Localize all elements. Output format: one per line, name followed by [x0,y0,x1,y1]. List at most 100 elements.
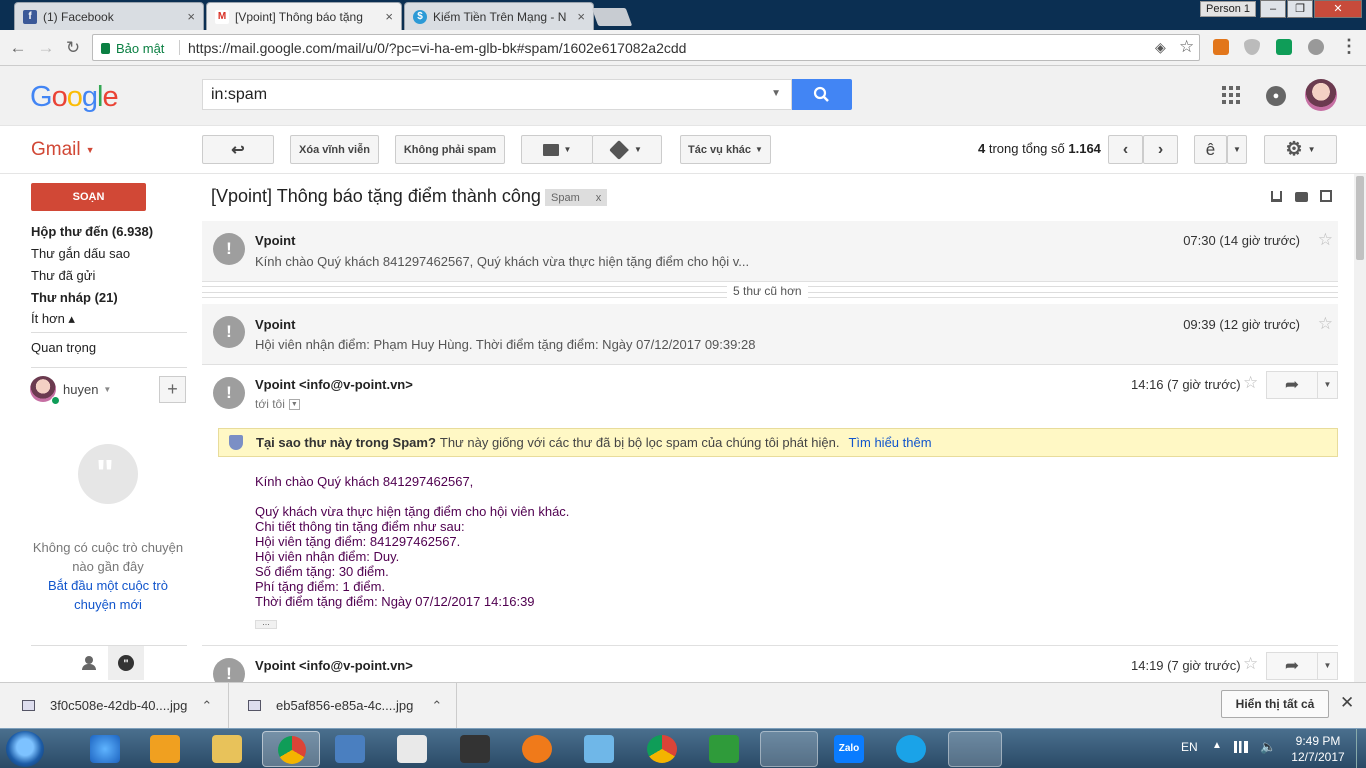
new-window-icon[interactable] [1320,190,1332,202]
show-all-downloads-button[interactable]: Hiển thị tất cả [1221,690,1329,718]
close-download-bar-icon[interactable]: ✕ [1340,693,1354,713]
more-reply-options[interactable]: ▼ [1317,652,1338,680]
nav-drafts[interactable]: Thư nháp (21) [31,290,118,305]
extension-green-icon[interactable] [1276,39,1292,55]
search-input[interactable] [211,85,761,105]
contacts-person-icon[interactable] [80,654,98,672]
print-icon[interactable] [1295,192,1308,202]
account-avatar[interactable] [1305,79,1337,111]
chevron-up-icon[interactable]: ⌃ [431,698,442,714]
download-manager-icon[interactable] [709,735,739,763]
signal-icon[interactable] [1234,741,1248,753]
star-icon[interactable]: ☆ [1318,230,1333,250]
move-to-button[interactable]: ▼ [521,135,593,164]
shield-extension-icon[interactable] [1244,39,1260,55]
nav-inbox[interactable]: Hộp thư đến (6.938) [31,224,153,239]
remove-label-icon[interactable]: x [596,192,602,204]
close-tab-icon[interactable]: × [577,9,585,24]
back-to-spam-button[interactable]: ↩ [202,135,274,164]
clock[interactable]: 9:49 PM 12/7/2017 [1288,733,1348,765]
nav-important[interactable]: Quan trọng [31,340,96,355]
message-sender[interactable]: Vpoint <info@v-point.vn> [255,658,413,673]
older-button[interactable]: › [1143,135,1178,164]
close-tab-icon[interactable]: × [187,9,195,24]
notes-app-icon[interactable] [584,735,614,763]
profile-button[interactable]: Person 1 [1200,1,1256,17]
google-logo[interactable]: Google [30,81,119,114]
new-conversation-button[interactable]: + [159,376,186,403]
not-spam-button[interactable]: Không phải spam [395,135,505,164]
input-tools-button[interactable]: ê [1194,135,1227,164]
uc-browser-icon[interactable] [522,735,552,763]
recipient-line[interactable]: tới tôi ▼ [255,397,300,411]
address-bar[interactable]: Bảo mật https://mail.google.com/mail/u/0… [92,34,1200,61]
input-tools-dropdown[interactable]: ▼ [1227,135,1247,164]
metamask-icon[interactable] [1213,39,1229,55]
download-item[interactable]: 3f0c508e-42db-40....jpg ⌃ [0,683,229,728]
tab-gmail[interactable]: M [Vpoint] Thông báo tặng × [206,2,402,30]
notifications-bell-icon[interactable]: ● [1266,86,1286,106]
chrome-icon[interactable] [647,735,677,763]
zalo-icon[interactable]: Zalo [834,735,864,763]
maximize-button[interactable]: ❐ [1287,0,1313,18]
labels-button[interactable]: ▼ [592,135,662,164]
forward-button[interactable]: → [36,38,56,58]
chevron-up-icon[interactable]: ⌃ [201,698,212,714]
message-sender[interactable]: Vpoint <info@v-point.vn> [255,377,413,392]
internet-explorer-icon[interactable] [90,735,120,763]
compose-button[interactable]: SOẠN [31,183,146,211]
star-icon[interactable]: ☆ [1318,314,1333,334]
learn-more-link[interactable]: Tìm hiểu thêm [848,435,931,450]
scrollbar-track[interactable] [1354,174,1366,682]
search-box[interactable]: ▼ [202,79,792,110]
hangouts-user[interactable]: huyen ▼ [63,382,111,397]
message-collapsed[interactable]: ! Vpoint Kính chào Quý khách 84129746256… [202,221,1338,282]
circle-app-icon[interactable] [896,735,926,763]
more-reply-options[interactable]: ▼ [1317,371,1338,399]
chrome-taskbar-active[interactable] [262,731,320,767]
start-conversation-link[interactable]: Bắt đầu một cuộc trò chuyện mới [18,576,198,614]
extension-grey-icon[interactable] [1308,39,1324,55]
nav-sent[interactable]: Thư đã gửi [31,268,95,283]
nav-less[interactable]: Ít hơn ▴ [31,311,75,327]
media-player-classic-icon[interactable] [460,735,490,763]
reply-button[interactable]: ➦ [1266,371,1318,399]
scrollbar-thumb[interactable] [1356,176,1364,260]
reload-button[interactable]: ↻ [63,38,83,58]
media-player-icon[interactable] [150,735,180,763]
nav-starred[interactable]: Thư gắn dấu sao [31,246,130,261]
details-dropdown-icon[interactable]: ▼ [288,398,300,410]
older-messages-bar[interactable]: 5 thư cũ hơn [202,282,1338,302]
keyboard-app-icon[interactable] [335,735,365,763]
show-desktop-button[interactable] [1356,729,1366,768]
close-window-button[interactable]: ✕ [1314,0,1362,18]
tab-kiem-tien[interactable]: $ Kiếm Tiền Trên Mạng - N × [404,2,594,30]
newer-button[interactable]: ‹ [1108,135,1143,164]
unikey-icon[interactable] [397,735,427,763]
star-icon[interactable]: ☆ [1243,373,1258,393]
back-button[interactable]: ← [8,38,28,58]
file-explorer-icon[interactable] [212,735,242,763]
microphone-app-icon[interactable] [760,731,818,767]
language-indicator[interactable]: EN [1181,740,1198,754]
tray-expand-icon[interactable]: ▲ [1212,740,1222,751]
search-button[interactable] [792,79,852,110]
chrome-menu-icon[interactable]: ⋮ [1340,36,1358,57]
delete-forever-button[interactable]: Xóa vĩnh viễn [290,135,379,164]
hangouts-tab[interactable]: " [108,646,144,680]
start-button[interactable] [6,731,44,767]
reply-button[interactable]: ➦ [1266,652,1318,680]
settings-button[interactable]: ⚙ ▼ [1264,135,1337,164]
message-collapsed[interactable]: ! Vpoint Hội viên nhận điểm: Phạm Huy Hù… [202,304,1338,365]
bookmark-star-icon[interactable]: ☆ [1179,37,1194,57]
minimize-button[interactable]: – [1260,0,1286,18]
search-options-icon[interactable]: ▼ [771,88,781,99]
star-icon[interactable]: ☆ [1243,654,1258,674]
window-app-icon[interactable] [948,731,1002,767]
gmail-app-switcher[interactable]: Gmail ▼ [31,139,95,161]
tab-facebook[interactable]: f (1) Facebook × [14,2,204,30]
download-item[interactable]: eb5af856-e85a-4c....jpg ⌃ [229,683,457,728]
new-tab-button[interactable] [591,8,633,26]
volume-icon[interactable]: 🔈 [1260,739,1276,755]
security-indicator[interactable]: Bảo mật [101,41,164,56]
